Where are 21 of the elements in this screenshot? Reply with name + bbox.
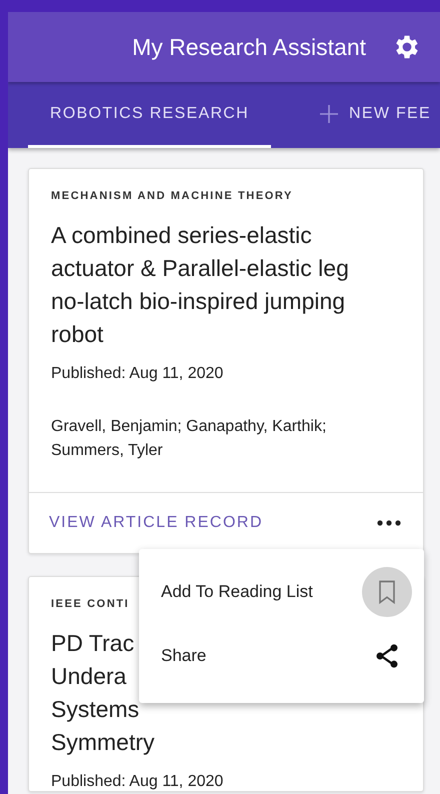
article-title-line: Systems xyxy=(51,695,140,724)
article-title-line: A combined series-elastic xyxy=(51,221,312,250)
article-title-line: robot xyxy=(51,320,104,349)
tab[interactable]: NEW FEE xyxy=(297,82,440,148)
article-title-line: Symmetry xyxy=(51,728,154,757)
article-title-line: PD Trac xyxy=(51,629,134,658)
journal-name: IEEE CONTI xyxy=(51,598,130,610)
article-title-line: no-latch bio-inspired jumping xyxy=(51,287,346,316)
published-date: Published: Aug 11, 2020 xyxy=(51,773,224,791)
journal-name: MECHANISM AND MACHINE THEORY xyxy=(51,190,294,202)
menu-item[interactable]: Add To Reading List xyxy=(139,560,424,624)
view-record-link[interactable]: VIEW ARTICLE RECORD xyxy=(49,514,264,532)
author-list: Gravell, Benjamin; Ganapathy, Karthik; Summers, Tyler xyxy=(51,415,423,463)
app-title: My Research Assistant xyxy=(132,34,366,60)
published-date: Published: Aug 11, 2020 xyxy=(51,365,224,383)
article-title-line: actuator & Parallel-elastic leg xyxy=(51,254,349,283)
article-title-line: Undera xyxy=(51,662,126,691)
more-icon[interactable] xyxy=(377,520,401,526)
plus-icon[interactable] xyxy=(319,104,340,124)
menu-item[interactable]: Share xyxy=(139,624,424,688)
tab[interactable]: ROBOTICS RESEARCH xyxy=(28,82,272,148)
